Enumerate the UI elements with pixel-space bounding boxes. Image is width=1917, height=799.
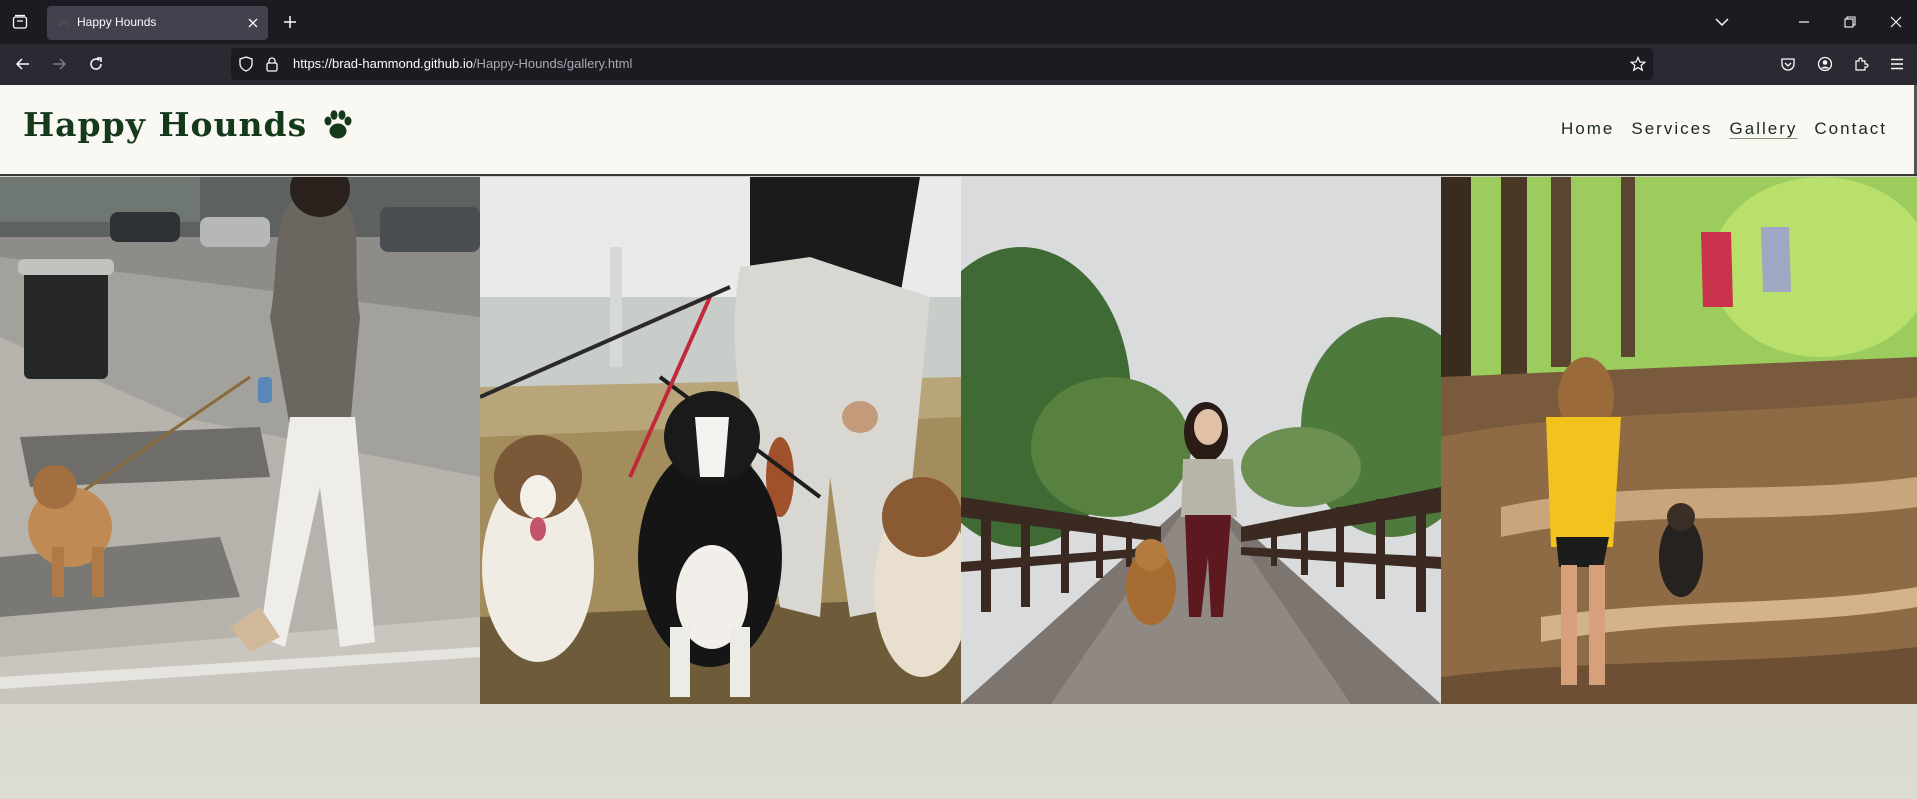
pocket-icon[interactable] xyxy=(1776,52,1800,76)
lock-icon[interactable] xyxy=(263,55,281,73)
forward-icon[interactable] xyxy=(47,52,71,76)
url-text: https://brad-hammond.github.io/Happy-Hou… xyxy=(293,56,632,71)
account-icon[interactable] xyxy=(1813,52,1837,76)
forest-trail-photo[interactable] xyxy=(1441,177,1917,704)
restore-icon[interactable] xyxy=(1838,10,1862,34)
page-content: Happy Hounds Home Services Gallery Conta… xyxy=(0,85,1917,799)
chevron-down-icon[interactable] xyxy=(1710,10,1734,34)
nav-link-home[interactable]: Home xyxy=(1561,119,1614,139)
paw-icon xyxy=(321,109,355,141)
logo-text: Happy Hounds xyxy=(23,105,308,144)
close-icon[interactable] xyxy=(244,14,262,32)
plus-icon[interactable] xyxy=(278,10,302,34)
shield-icon[interactable] xyxy=(237,55,255,73)
site-nav: Home Services Gallery Contact xyxy=(1544,119,1887,139)
minimize-icon[interactable] xyxy=(1792,10,1816,34)
border-collie-photo[interactable] xyxy=(480,177,961,704)
back-icon[interactable] xyxy=(11,52,35,76)
url-bar[interactable]: https://brad-hammond.github.io/Happy-Hou… xyxy=(231,48,1653,80)
browser-nav-bar: https://brad-hammond.github.io/Happy-Hou… xyxy=(0,44,1917,85)
photo-gallery xyxy=(0,177,1917,704)
tab-list-icon[interactable] xyxy=(8,10,32,34)
extensions-icon[interactable] xyxy=(1849,52,1873,76)
tab-happy-hounds[interactable]: Happy Hounds xyxy=(47,6,268,40)
city-walk-photo[interactable] xyxy=(0,177,480,704)
browser-tab-bar: Happy Hounds xyxy=(0,0,1917,44)
menu-icon[interactable] xyxy=(1885,52,1909,76)
dog-favicon-icon xyxy=(56,15,72,31)
site-logo[interactable]: Happy Hounds xyxy=(23,105,355,144)
close-window-icon[interactable] xyxy=(1884,10,1908,34)
tab-title: Happy Hounds xyxy=(77,15,157,29)
star-icon[interactable] xyxy=(1629,55,1647,73)
boardwalk-photo[interactable] xyxy=(961,177,1441,704)
url-path: /Happy-Hounds/gallery.html xyxy=(472,56,633,71)
nav-link-services[interactable]: Services xyxy=(1631,119,1712,139)
reload-icon[interactable] xyxy=(84,52,108,76)
nav-link-gallery[interactable]: Gallery xyxy=(1730,119,1798,139)
site-header: Happy Hounds Home Services Gallery Conta… xyxy=(0,85,1917,176)
nav-link-contact[interactable]: Contact xyxy=(1814,119,1887,139)
url-host: https://brad-hammond.github.io xyxy=(293,56,473,71)
